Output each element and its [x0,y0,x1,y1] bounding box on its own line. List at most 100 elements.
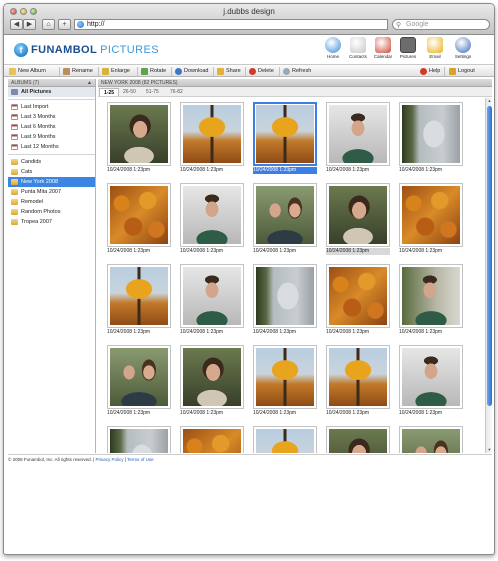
share-button[interactable]: Share [216,67,241,76]
collapse-icon[interactable]: ▲ [87,79,92,87]
photo-thumbnail[interactable]: 10/24/2008 1:23pm [177,342,247,420]
sidebar-item-filter[interactable]: Last 12 Months [8,142,95,152]
photo-thumbnail[interactable]: 10/24/2008 1:23pm [250,342,320,420]
rotate-button[interactable]: Rotate [140,67,166,76]
tab-page-range[interactable]: 51-75 [142,88,163,96]
url-bar[interactable]: http:// [74,19,388,30]
photo-timestamp: 10/24/2008 1:23pm [180,248,224,254]
download-icon [175,68,182,75]
sidebar-item-label: Tropea 2007 [21,219,52,225]
terms-of-use-link[interactable]: Terms of Use [127,457,154,462]
photo-timestamp: 10/24/2008 1:23pm [253,329,297,335]
sidebar-item-label: Cats [21,169,33,175]
refresh-label: Refresh [292,68,312,74]
photo-thumbnail[interactable]: 10/24/2008 1:23pm [250,99,320,177]
sidebar-item-label: Last Import [21,104,49,110]
photo-thumbnail[interactable]: 10/24/2008 1:23pm [323,99,393,177]
scroll-down-icon[interactable]: ▼ [486,447,493,453]
sidebar-item-album[interactable]: Candids [8,157,95,167]
photo-image [256,429,314,453]
photo-thumbnail[interactable]: 10/24/2008 1:23pm [177,423,247,453]
search-field[interactable]: ⚲ Google [392,19,490,30]
photo-thumbnail[interactable]: 10/24/2008 1:23pm [104,342,174,420]
photo-thumbnail[interactable]: 10/24/2008 1:23pm [104,261,174,339]
privacy-policy-link[interactable]: Privacy Policy [96,457,124,462]
sidebar-item-label: Last 12 Months [21,144,59,150]
photo-thumbnail[interactable]: 10/24/2008 1:23pm [104,99,174,177]
photo-image [256,105,314,163]
photo-timestamp: 10/24/2008 1:23pm [399,410,443,416]
photo-thumbnail[interactable]: 10/24/2008 1:23pm [104,423,174,453]
scrollbar[interactable]: ▲ ▼ [485,98,492,453]
add-bookmark-button[interactable]: + [58,19,71,30]
search-icon: ⚲ [396,22,402,29]
thumbnail-frame [180,426,244,453]
rename-button[interactable]: Rename [62,67,93,76]
scroll-up-icon[interactable]: ▲ [486,98,493,104]
sidebar-item-album[interactable]: Tropea 2007 [8,217,95,227]
sidebar-item-album[interactable]: Punta Mita 2007 [8,187,95,197]
photo-timestamp: 10/24/2008 1:23pm [107,167,151,173]
photo-thumbnail[interactable]: 10/24/2008 1:23pm [104,180,174,258]
back-button[interactable]: ◀ [10,19,23,30]
folder-icon [11,159,18,165]
photo-thumbnail[interactable]: 10/24/2008 1:23pm [323,180,393,258]
sidebar-item-filter[interactable]: Last Import [8,102,95,112]
footer: © 2008 Funambol, Inc. All rights reserve… [8,454,492,463]
photo-thumbnail[interactable]: 10/24/2008 1:23pm [323,261,393,339]
module-home[interactable]: Home [322,37,344,59]
sidebar-item-album[interactable]: Random Photos [8,207,95,217]
tab-page-range[interactable]: 1-25 [99,88,120,96]
sidebar-item-album[interactable]: Cats [8,167,95,177]
copyright-text: © 2008 Funambol, Inc. All rights reserve… [8,457,92,462]
module-label: Pictures [399,54,417,59]
module-label: Email [429,54,441,59]
module-contacts[interactable]: Contacts [347,37,369,59]
new-album-button[interactable]: New Album [8,67,46,76]
photo-thumbnail[interactable]: 10/24/2008 1:23pm [177,180,247,258]
download-button[interactable]: Download [174,67,208,76]
photo-thumbnail[interactable]: 10/24/2008 1:23pm [396,342,466,420]
enlarge-button[interactable]: Enlarge [101,67,130,76]
photo-timestamp: 10/24/2008 1:23pm [399,329,443,335]
home-button[interactable]: ⌂ [42,19,55,30]
delete-label: Delete [258,68,274,74]
scrollbar-thumb[interactable] [487,106,492,406]
module-email[interactable]: Email [424,37,446,59]
photo-timestamp: 10/24/2008 1:23pm [326,248,390,255]
photo-image [256,186,314,244]
photo-thumbnail[interactable]: 10/24/2008 1:23pm [396,423,466,453]
sidebar-item-album[interactable]: New York 2008 [8,177,95,187]
photo-thumbnail[interactable]: 10/24/2008 1:23pm [177,99,247,177]
refresh-button[interactable]: Refresh [282,67,311,76]
forward-button[interactable]: ▶ [23,19,36,30]
sidebar-item-filter[interactable]: Last 9 Months [8,132,95,142]
thumbnail-frame [399,345,463,409]
photo-thumbnail[interactable]: 10/24/2008 1:23pm [323,342,393,420]
sidebar-item-filter[interactable]: Last 3 Months [8,112,95,122]
photo-thumbnail[interactable]: 10/24/2008 1:23pm [396,99,466,177]
photo-thumbnail[interactable]: 10/24/2008 1:23pm [396,261,466,339]
module-pictures[interactable]: Pictures [397,37,419,59]
sidebar-item-album[interactable]: Remodel [8,197,95,207]
tab-page-range[interactable]: 76-82 [166,88,187,96]
photo-thumbnail[interactable]: 10/24/2008 1:23pm [396,180,466,258]
photo-image [183,186,241,244]
photo-thumbnail[interactable]: 10/24/2008 1:23pm [177,261,247,339]
pictures-icon [400,37,416,53]
sidebar-item-label: Punta Mita 2007 [21,189,62,195]
delete-icon [249,68,256,75]
photo-thumbnail[interactable]: 10/24/2008 1:23pm [250,423,320,453]
logout-button[interactable]: Logout [448,67,475,76]
sidebar-item-all-pictures[interactable]: All Pictures [8,87,95,97]
help-button[interactable]: Help [419,67,440,76]
tab-page-range[interactable]: 26-50 [119,88,140,96]
photo-thumbnail[interactable]: 10/24/2008 1:23pm [250,180,320,258]
module-calendar[interactable]: Calendar [372,37,394,59]
module-settings[interactable]: Settings [452,37,474,59]
delete-button[interactable]: Delete [248,67,274,76]
photo-thumbnail[interactable]: 10/24/2008 1:23pm [250,261,320,339]
photo-thumbnail[interactable]: 10/24/2008 1:23pm [323,423,393,453]
globe-icon [77,21,84,28]
sidebar-item-filter[interactable]: Last 6 Months [8,122,95,132]
